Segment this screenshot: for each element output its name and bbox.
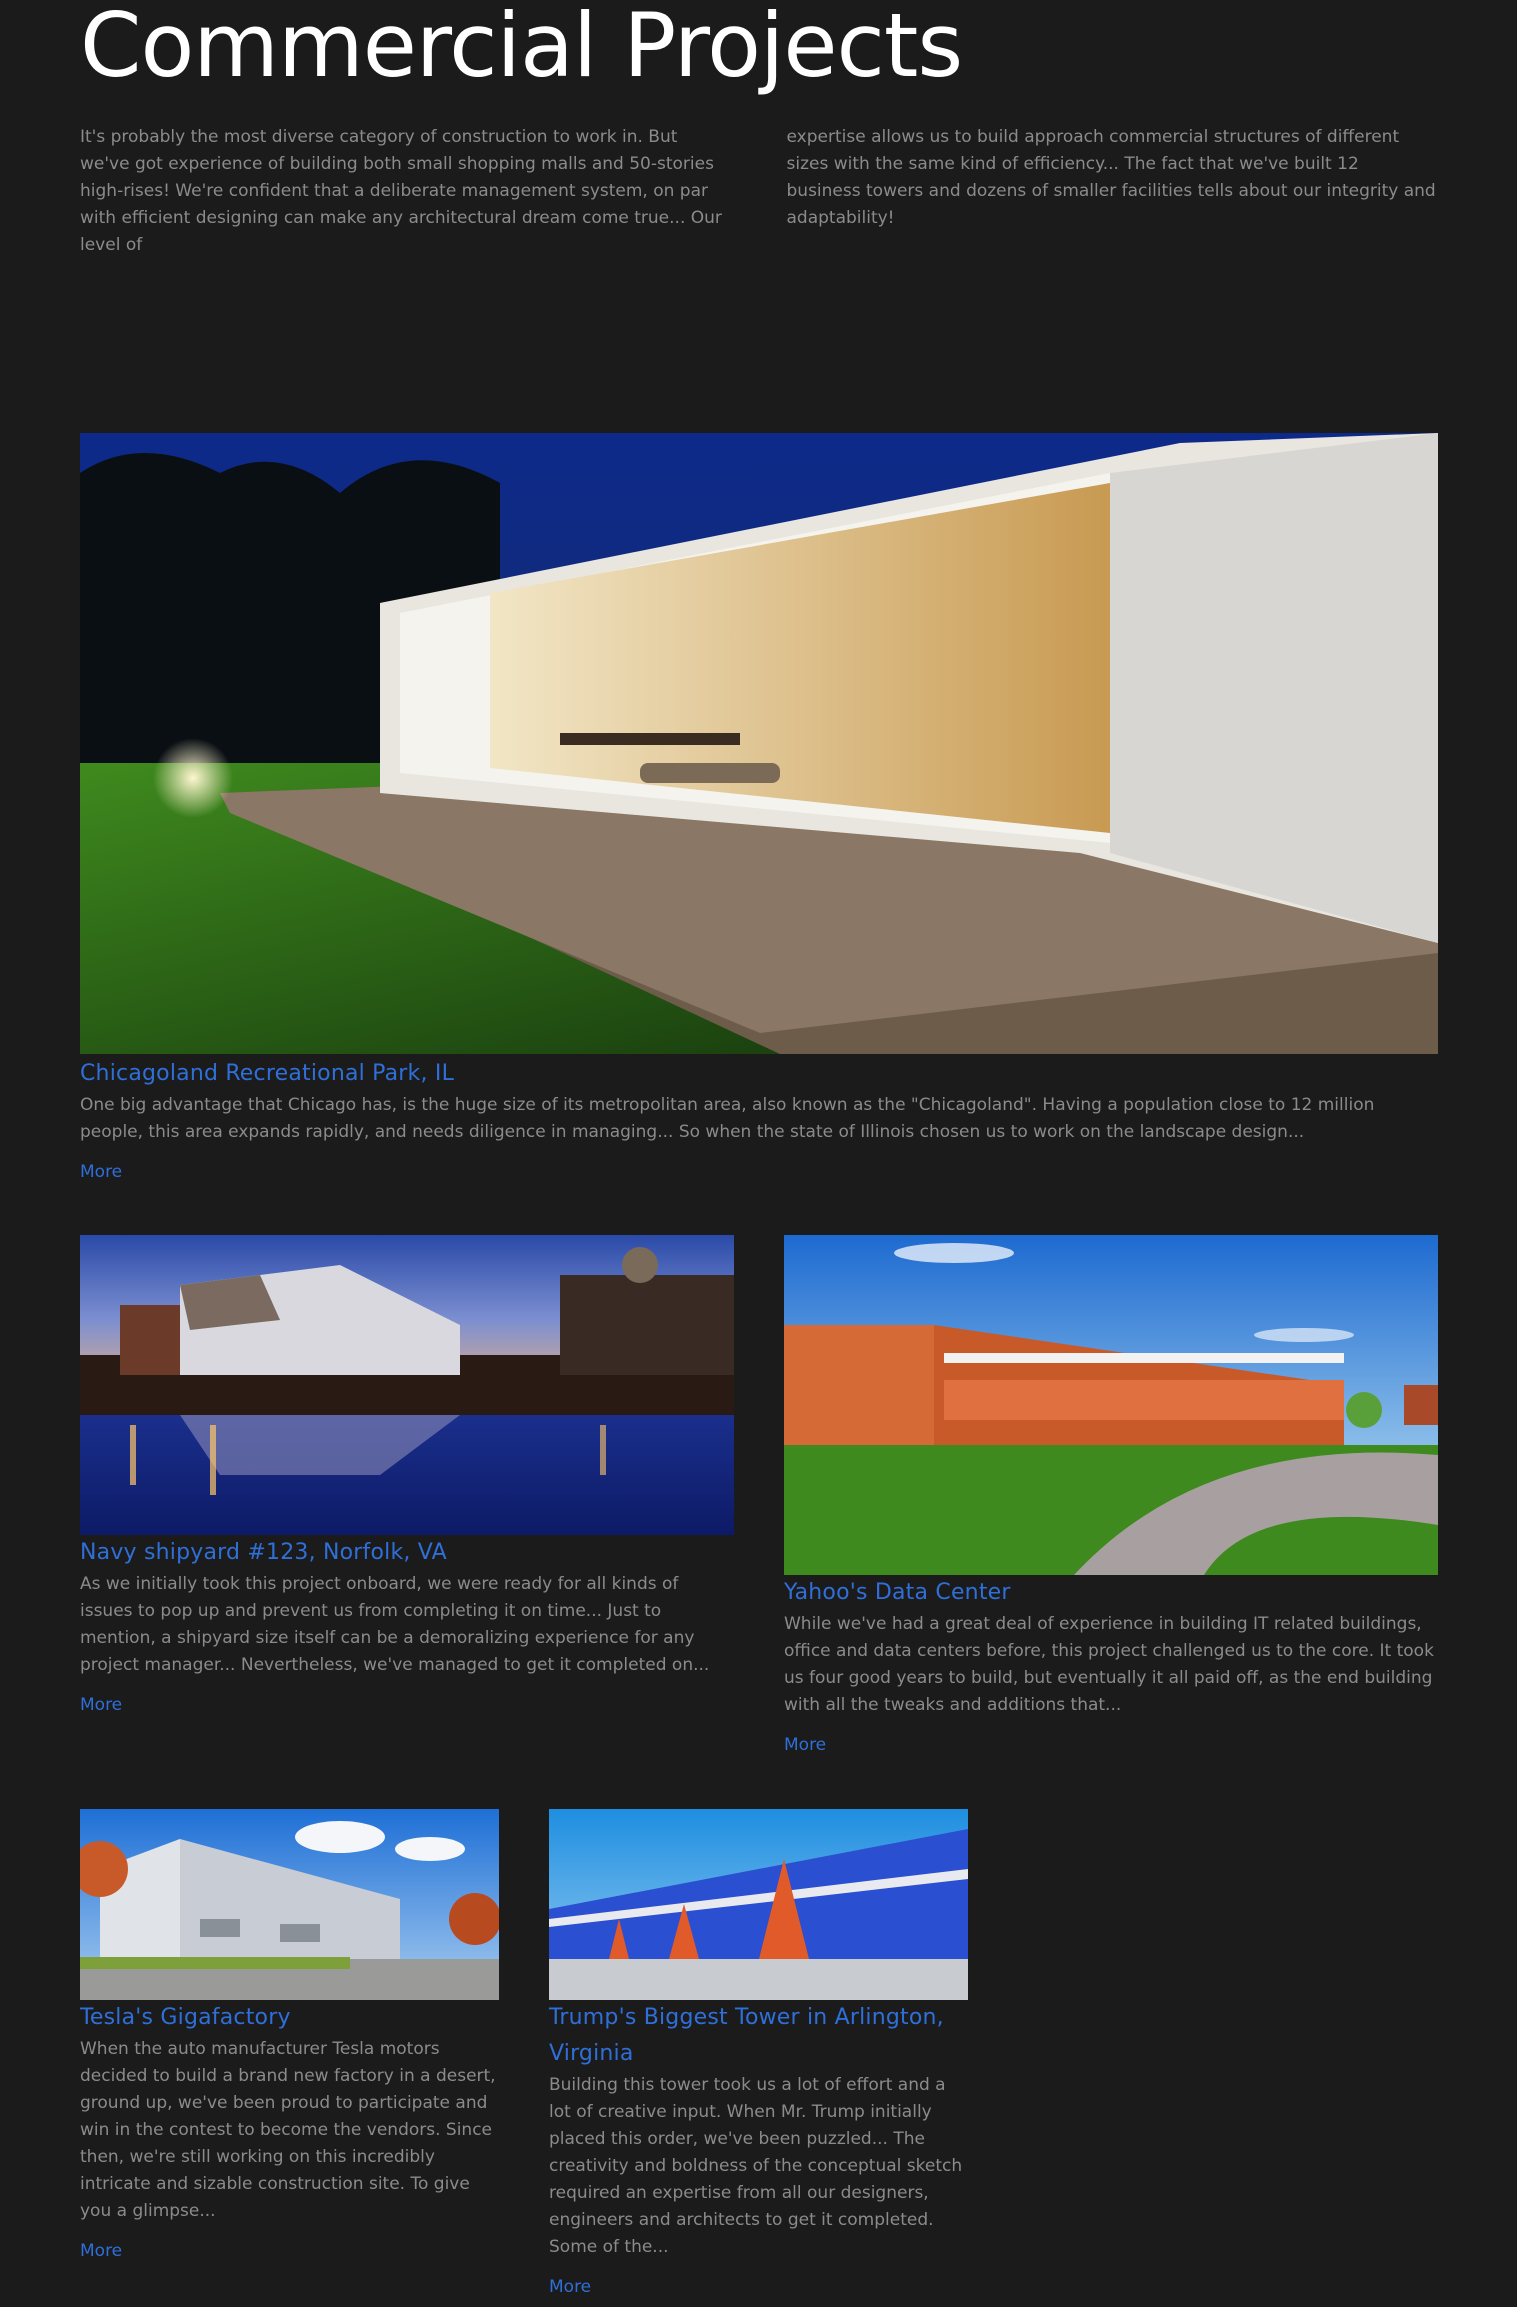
project-image-navy-shipyard[interactable] <box>80 1235 734 1535</box>
more-link[interactable]: More <box>80 1692 122 1719</box>
more-link[interactable]: More <box>549 2274 591 2301</box>
more-link[interactable]: More <box>784 1732 826 1759</box>
more-link[interactable]: More <box>80 1159 122 1186</box>
project-description: While we've had a great deal of experien… <box>784 1614 1434 1715</box>
project-title[interactable]: Tesla's Gigafactory <box>80 2000 499 2036</box>
project-card-yahoo: Yahoo's Data Center While we've had a gr… <box>784 1235 1438 1759</box>
project-card-chicagoland: Chicagoland Recreational Park, IL One bi… <box>80 433 1438 1186</box>
intro-text: It's probably the most diverse category … <box>80 124 1438 259</box>
project-description: When the auto manufacturer Tesla motors … <box>80 2039 496 2221</box>
project-card-tesla: Tesla's Gigafactory When the auto manufa… <box>80 1809 499 2265</box>
page-title: Commercial Projects <box>80 0 963 97</box>
project-image-chicagoland[interactable] <box>80 433 1438 1054</box>
project-title[interactable]: Yahoo's Data Center <box>784 1575 1438 1611</box>
intro-paragraph-left: It's probably the most diverse category … <box>80 127 722 255</box>
project-card-navy-shipyard: Navy shipyard #123, Norfolk, VA As we in… <box>80 1235 734 1719</box>
project-description: As we initially took this project onboar… <box>80 1574 710 1675</box>
project-title[interactable]: Trump's Biggest Tower in Arlington, Virg… <box>549 2000 968 2072</box>
project-description: Building this tower took us a lot of eff… <box>549 2075 963 2257</box>
project-image-trump-tower[interactable] <box>549 1809 968 2000</box>
project-image-tesla[interactable] <box>80 1809 499 2000</box>
project-title[interactable]: Navy shipyard #123, Norfolk, VA <box>80 1535 734 1571</box>
more-link[interactable]: More <box>80 2238 122 2265</box>
project-title[interactable]: Chicagoland Recreational Park, IL <box>80 1056 1438 1092</box>
project-description: One big advantage that Chicago has, is t… <box>80 1095 1375 1142</box>
project-image-yahoo[interactable] <box>784 1235 1438 1575</box>
intro-paragraph-right: expertise allows us to build approach co… <box>786 127 1436 228</box>
project-card-trump-tower: Trump's Biggest Tower in Arlington, Virg… <box>549 1809 968 2301</box>
